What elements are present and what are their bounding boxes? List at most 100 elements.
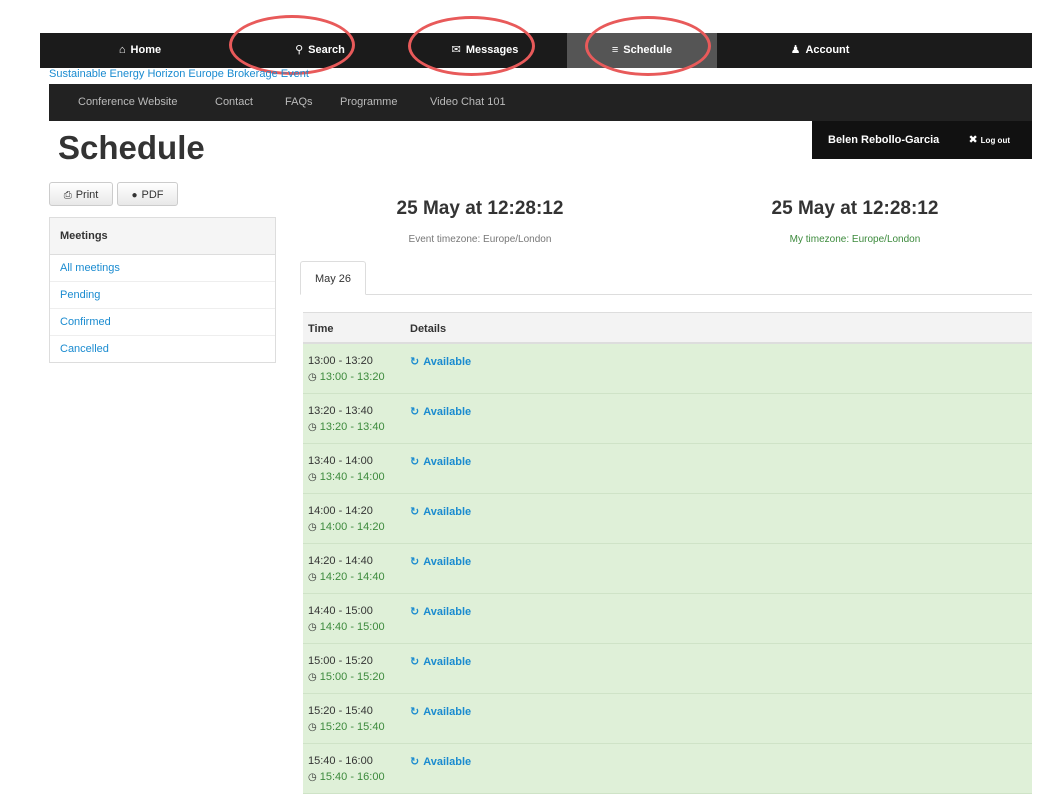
slot-local-time: ◷ 13:40 - 14:00 [308,471,385,483]
table-row: 15:20 - 15:40 ◷ 15:20 - 15:40 ↻ Available [303,694,1032,744]
pdf-button[interactable]: ● PDF [117,182,178,206]
slot-time: 15:20 - 15:40 [308,705,373,717]
slot-local-time: ◷ 13:20 - 13:40 [308,421,385,433]
clock-icon: ◷ [308,522,317,533]
local-time-text: 13:20 - 13:40 [319,421,385,433]
table-row: 13:20 - 13:40 ◷ 13:20 - 13:40 ↻ Available [303,394,1032,444]
local-time-text: 15:40 - 16:00 [319,771,385,783]
available-link[interactable]: ↻ Available [410,605,471,618]
nav-account[interactable]: ♟ Account [740,33,900,68]
refresh-icon: ↻ [410,656,420,668]
slot-local-time: ◷ 15:00 - 15:20 [308,671,385,683]
refresh-icon: ↻ [410,556,420,568]
refresh-icon: ↻ [410,506,420,518]
refresh-icon: ↻ [410,356,420,368]
available-link[interactable]: ↻ Available [410,355,471,368]
slot-time: 13:40 - 14:00 [308,455,373,467]
clock-icon: ◷ [308,372,317,383]
my-clock: 25 May at 12:28:12 [771,198,939,219]
clock-icon: ◷ [308,422,317,433]
highlight-circle-schedule [585,16,711,76]
header-details: Details [410,323,447,335]
status-text: Available [423,556,472,568]
available-link[interactable]: ↻ Available [410,755,471,768]
clock-icon: ◷ [308,622,317,633]
schedule-table: Time Details 13:00 - 13:20 ◷ 13:00 - 13:20… [303,312,1032,794]
refresh-icon: ↻ [410,606,420,618]
sidebar-item-confirmed[interactable]: Confirmed [50,309,275,336]
slot-time: 15:40 - 16:00 [308,755,373,767]
refresh-icon: ↻ [410,756,420,768]
available-link[interactable]: ↻ Available [410,505,471,518]
slot-local-time: ◷ 14:40 - 15:00 [308,621,385,633]
slot-time: 14:00 - 14:20 [308,505,373,517]
slot-time: 14:40 - 15:00 [308,605,373,617]
pdf-label: PDF [141,189,164,201]
local-time-text: 13:00 - 13:20 [319,371,385,383]
clock-icon: ◷ [308,672,317,683]
status-text: Available [423,706,472,718]
slot-time: 15:00 - 15:20 [308,655,373,667]
table-row: 14:20 - 14:40 ◷ 14:20 - 14:40 ↻ Available [303,544,1032,594]
print-label: Print [75,189,99,201]
table-row: 14:00 - 14:20 ◷ 14:00 - 14:20 ↻ Available [303,494,1032,544]
slot-local-time: ◷ 15:20 - 15:40 [308,721,385,733]
clock-icon: ◷ [308,472,317,483]
event-clock: 25 May at 12:28:12 [396,198,564,219]
status-text: Available [423,756,472,768]
nav-home-label: Home [130,44,162,56]
sub-navbar: Conference Website Contact FAQs Programm… [49,84,1032,121]
slot-time: 13:20 - 13:40 [308,405,373,417]
user-name: Belen Rebollo-Garcia [828,134,940,146]
refresh-icon: ↻ [410,406,420,418]
event-title-link[interactable]: Sustainable Energy Horizon Europe Broker… [49,68,309,80]
logout-button[interactable]: ✖ Log out [968,121,1010,160]
subnav-video-chat[interactable]: Video Chat 101 [430,84,506,121]
printer-icon: ⎙ [63,190,72,201]
home-icon: ⌂ [118,44,126,56]
nav-home[interactable]: ⌂ Home [80,33,200,68]
table-header: Time Details [303,312,1032,344]
subnav-contact[interactable]: Contact [215,84,253,121]
header-time: Time [308,323,334,335]
refresh-icon: ↻ [410,456,420,468]
subnav-faqs[interactable]: FAQs [285,84,313,121]
slot-local-time: ◷ 15:40 - 16:00 [308,771,385,783]
slot-local-time: ◷ 13:00 - 13:20 [308,371,385,383]
sidebar-item-all-meetings[interactable]: All meetings [50,255,275,282]
tab-may-26[interactable]: May 26 [300,261,366,295]
clock-icon: ◷ [308,572,317,583]
status-text: Available [423,656,472,668]
clock-icon: ◷ [308,772,317,783]
meetings-sidebar: Meetings All meetings Pending Confirmed … [49,217,276,363]
nav-account-label: Account [805,44,850,56]
available-link[interactable]: ↻ Available [410,655,471,668]
sidebar-heading: Meetings [50,218,275,255]
sidebar-item-pending[interactable]: Pending [50,282,275,309]
slot-time: 14:20 - 14:40 [308,555,373,567]
clock-icon: ◷ [308,722,317,733]
table-row: 13:00 - 13:20 ◷ 13:00 - 13:20 ↻ Available [303,344,1032,394]
top-navbar: ⌂ Home ⚲ Search ✉ Messages ≡ Schedule ♟ Accou… [40,33,1032,68]
status-text: Available [423,506,472,518]
subnav-programme[interactable]: Programme [340,84,397,121]
subnav-conference-website[interactable]: Conference Website [78,84,177,121]
user-icon: ♟ [790,44,801,56]
local-time-text: 14:40 - 15:00 [319,621,385,633]
status-text: Available [423,406,472,418]
slot-local-time: ◷ 14:20 - 14:40 [308,571,385,583]
table-row: 13:40 - 14:00 ◷ 13:40 - 14:00 ↻ Available [303,444,1032,494]
sidebar-item-cancelled[interactable]: Cancelled [50,336,275,362]
local-time-text: 14:00 - 14:20 [319,521,385,533]
available-link[interactable]: ↻ Available [410,405,471,418]
available-link[interactable]: ↻ Available [410,705,471,718]
print-button[interactable]: ⎙ Print [49,182,113,206]
page-title: Schedule [58,129,205,166]
available-link[interactable]: ↻ Available [410,555,471,568]
available-link[interactable]: ↻ Available [410,455,471,468]
table-row: 14:40 - 15:00 ◷ 14:40 - 15:00 ↻ Available [303,594,1032,644]
highlight-circle-search [229,15,355,75]
local-time-text: 15:00 - 15:20 [319,671,385,683]
status-text: Available [423,356,472,368]
local-time-text: 13:40 - 14:00 [319,471,385,483]
